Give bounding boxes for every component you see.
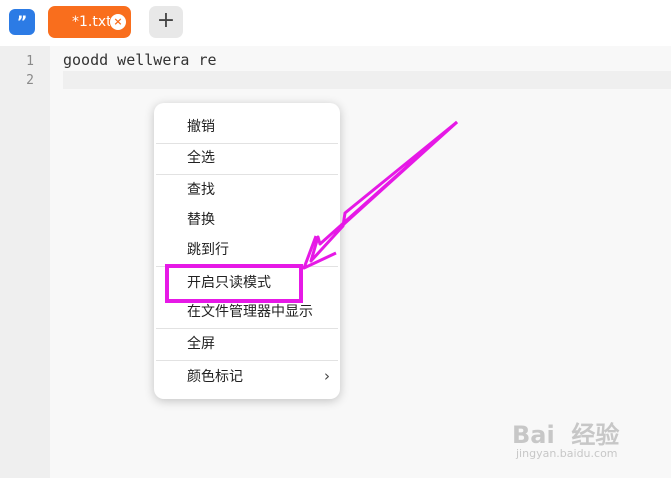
tab-label: *1.txt [72, 14, 110, 30]
menu-item-show-in-file-manager[interactable]: 在文件管理器中显示 [154, 298, 340, 326]
menu-item-select-all[interactable]: 全选 [154, 144, 340, 172]
menu-item-undo[interactable]: 撤销 [154, 113, 340, 141]
watermark-url: jingyan.baidu.com [516, 447, 618, 460]
context-menu: 撤销 全选 查找 替换 跳到行 开启只读模式 在文件管理器中显示 全屏 颜色标记… [154, 103, 340, 399]
menu-separator [156, 360, 338, 361]
menu-item-color-mark[interactable]: 颜色标记 › [154, 363, 340, 391]
menu-item-read-only-mode[interactable]: 开启只读模式 [154, 269, 340, 297]
line-number-1: 1 [26, 54, 34, 69]
menu-item-label: 撤销 [187, 119, 215, 135]
menu-item-replace[interactable]: 替换 [154, 206, 340, 234]
menu-item-label: 查找 [187, 182, 215, 198]
menu-item-find[interactable]: 查找 [154, 176, 340, 204]
menu-item-go-to-line[interactable]: 跳到行 [154, 236, 340, 264]
menu-separator [156, 174, 338, 175]
watermark-brand: Bai 经验 [512, 421, 620, 449]
menu-separator [156, 328, 338, 329]
line-number-gutter: 1 2 [0, 46, 50, 478]
add-tab-button[interactable]: + [149, 6, 183, 38]
menu-item-label: 开启只读模式 [187, 275, 271, 291]
menu-item-label: 全屏 [187, 336, 215, 352]
chevron-right-icon: › [324, 367, 330, 385]
menu-item-fullscreen[interactable]: 全屏 [154, 330, 340, 358]
menu-item-label: 替换 [187, 212, 215, 228]
app-logo-icon: ” [9, 9, 35, 35]
current-line-highlight [63, 71, 671, 89]
menu-separator [156, 266, 338, 267]
tab-close-icon[interactable]: × [110, 14, 126, 30]
baidu-watermark: Bai 经验 jingyan.baidu.com [510, 407, 660, 467]
menu-item-label: 跳到行 [187, 242, 229, 258]
editor-line-1[interactable]: goodd wellwera re [63, 50, 217, 70]
menu-item-label: 在文件管理器中显示 [187, 304, 313, 320]
menu-item-label: 全选 [187, 150, 215, 166]
tab-1-txt[interactable]: *1.txt × [48, 6, 131, 38]
title-bar: ” *1.txt × + [0, 0, 671, 46]
line-number-2: 2 [26, 73, 34, 88]
menu-item-label: 颜色标记 [187, 369, 243, 385]
